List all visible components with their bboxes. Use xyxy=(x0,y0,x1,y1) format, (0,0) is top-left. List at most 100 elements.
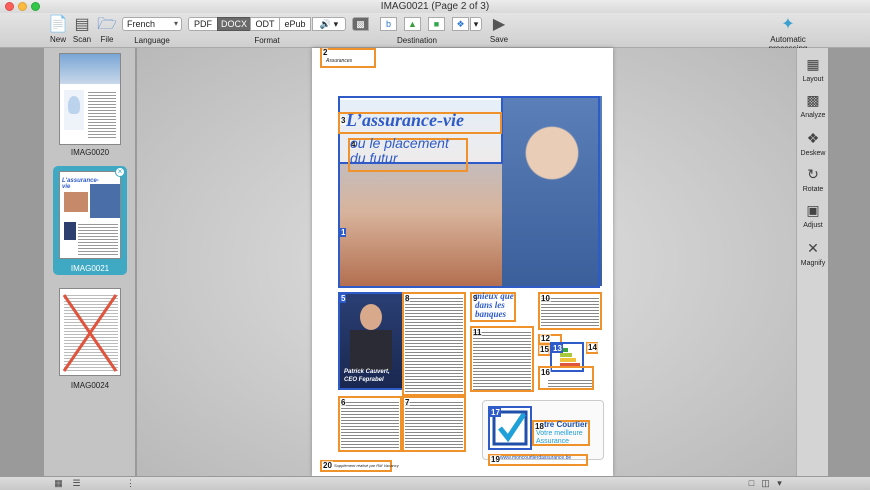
page-options-icon[interactable]: ▾ xyxy=(773,478,786,489)
body-text xyxy=(405,400,463,450)
region-number: 15 xyxy=(539,345,550,354)
document-page[interactable]: 2 Assurances 1 3 L’assurance-vie 4 ou le… xyxy=(312,48,613,476)
title-bar: IMAG0021 (Page 2 of 3) xyxy=(0,0,870,13)
zoom-window-button[interactable] xyxy=(31,2,40,11)
deskew-tool[interactable]: ❖ Deskew xyxy=(797,130,829,158)
region-number: 6 xyxy=(340,398,347,407)
destination-local[interactable]: ▩ xyxy=(352,17,369,31)
rotate-icon: ↻ xyxy=(807,166,819,182)
dropbox-icon: ❖ xyxy=(456,19,465,29)
analyze-tool[interactable]: ▩ Analyze xyxy=(797,92,829,120)
photo-caption: Patrick Cauvert, CEO Feprabel xyxy=(344,369,390,383)
destination-label: Destination xyxy=(396,36,438,45)
document-canvas[interactable]: 2 Assurances 1 3 L’assurance-vie 4 ou le… xyxy=(137,48,796,476)
region-number: 1 xyxy=(340,228,347,237)
speaker-icon: 🔊 xyxy=(319,19,332,29)
thumbnail-label: IMAG0020 xyxy=(70,148,110,157)
magnify-icon: ✕ xyxy=(807,240,819,256)
region-number: 14 xyxy=(587,343,598,352)
destination-box[interactable]: b xyxy=(380,17,397,31)
layout-tool[interactable]: ▦ Layout xyxy=(797,56,829,84)
format-audio[interactable]: 🔊 ▾ xyxy=(312,17,346,31)
play-circle-icon: ▶ xyxy=(492,16,506,33)
document-icon: 📄 xyxy=(48,16,68,33)
rotate-tool[interactable]: ↻ Rotate xyxy=(797,166,829,194)
remove-page-icon[interactable]: × xyxy=(115,167,125,177)
box-icon: b xyxy=(385,19,391,29)
language-select[interactable]: French ▾ xyxy=(122,17,182,31)
toolbar: 📄 New ▤ Scan 🗁 File French ▾ Language PD… xyxy=(0,13,870,53)
format-epub[interactable]: ePub xyxy=(279,17,311,31)
body-text xyxy=(473,330,531,390)
headline: L’assurance-vie xyxy=(346,110,464,130)
scanner-icon: ▤ xyxy=(74,16,90,33)
magnify-tool[interactable]: ✕ Magnify xyxy=(797,240,829,268)
destination-evernote[interactable]: ■ xyxy=(428,17,445,31)
region-number: 2 xyxy=(322,48,329,57)
close-window-button[interactable] xyxy=(5,2,14,11)
magic-wand-icon: ✦ xyxy=(781,16,795,33)
single-page-icon[interactable]: □ xyxy=(745,478,758,489)
list-view-icon[interactable]: ☰ xyxy=(70,478,83,489)
chevron-down-icon: ▾ xyxy=(173,19,178,28)
subheadline: ou le placement du futur xyxy=(350,135,449,166)
deskew-icon: ❖ xyxy=(806,130,820,146)
chevron-down-icon: ▾ xyxy=(333,19,339,29)
excluded-page-cross-icon xyxy=(62,294,118,372)
ad-title: tre Courtier xyxy=(544,420,588,429)
thumbnail-imag0020[interactable] xyxy=(59,53,121,145)
facing-pages-icon[interactable]: ◫ xyxy=(759,478,772,489)
file-button[interactable]: 🗁 File xyxy=(95,15,119,44)
footer-text: Supplément réalisé par RM Vacancy xyxy=(334,463,399,468)
chevron-down-icon: ▾ xyxy=(473,19,479,29)
resize-handle-icon[interactable]: ⋮ xyxy=(124,478,137,489)
left-gutter xyxy=(0,48,44,476)
destination-drive[interactable]: ▲ xyxy=(404,17,421,31)
region-number: 7 xyxy=(404,398,411,407)
layout-icon: ▦ xyxy=(806,56,820,72)
body-text xyxy=(548,378,592,388)
format-docx[interactable]: DOCX xyxy=(217,17,251,31)
region-number: 8 xyxy=(404,294,411,303)
analyze-icon: ▩ xyxy=(806,92,820,108)
thumbnail-imag0021[interactable]: L'assurance-vie xyxy=(59,171,121,259)
ad-subtitle: Votre meilleure Assurance xyxy=(536,430,583,445)
adjust-tool[interactable]: ▣ Adjust xyxy=(797,202,829,230)
region-number: 20 xyxy=(322,461,333,470)
grid-view-icon[interactable]: ▦ xyxy=(52,478,65,489)
region-number: 16 xyxy=(540,368,551,377)
adjust-icon: ▣ xyxy=(806,202,820,218)
destination-more[interactable]: ▾ xyxy=(470,17,482,31)
destination-dropbox[interactable]: ❖ xyxy=(452,17,469,31)
header-text: Assurances xyxy=(326,58,353,64)
save-button[interactable]: ▶ Save xyxy=(488,15,510,44)
bottom-bar: ▦ ☰ ⋮ □ ◫ ▾ xyxy=(0,476,870,490)
thumbnail-imag0024[interactable] xyxy=(59,288,121,376)
format-label: Format xyxy=(254,36,280,45)
window-title: IMAG0021 (Page 2 of 3) xyxy=(380,1,490,12)
pull-quote: mieux que dans les banques xyxy=(475,291,514,319)
region-number: 13 xyxy=(552,344,563,353)
right-gutter xyxy=(828,48,870,476)
body-text xyxy=(405,296,463,394)
thumbnail-sidebar[interactable]: IMAG0020 L'assurance-vie IMAG0021 × IMAG… xyxy=(44,48,136,476)
drive-icon: ▲ xyxy=(408,19,417,29)
thumbnail-label: IMAG0021 xyxy=(70,264,110,273)
ad-url: www.moncourtierdassurance.be xyxy=(500,455,572,461)
evernote-icon: ■ xyxy=(433,19,440,29)
format-odt[interactable]: ODT xyxy=(250,17,280,31)
region-number: 5 xyxy=(340,294,347,303)
region-number: 11 xyxy=(472,328,483,337)
region-number: 10 xyxy=(540,294,551,303)
tools-panel: ▦ Layout ▩ Analyze ❖ Deskew ↻ Rotate ▣ A… xyxy=(796,48,828,476)
thumbnail-label: IMAG0024 xyxy=(70,381,110,390)
language-value: French xyxy=(127,19,156,29)
file-import-icon: 🗁 xyxy=(97,16,117,33)
format-pdf[interactable]: PDF xyxy=(188,17,218,31)
region-number: 17 xyxy=(490,408,501,417)
body-text xyxy=(341,400,399,450)
language-label: Language xyxy=(134,36,170,45)
minimize-window-button[interactable] xyxy=(18,2,27,11)
new-button[interactable]: 📄 New xyxy=(47,15,69,44)
scan-button[interactable]: ▤ Scan xyxy=(71,15,93,44)
